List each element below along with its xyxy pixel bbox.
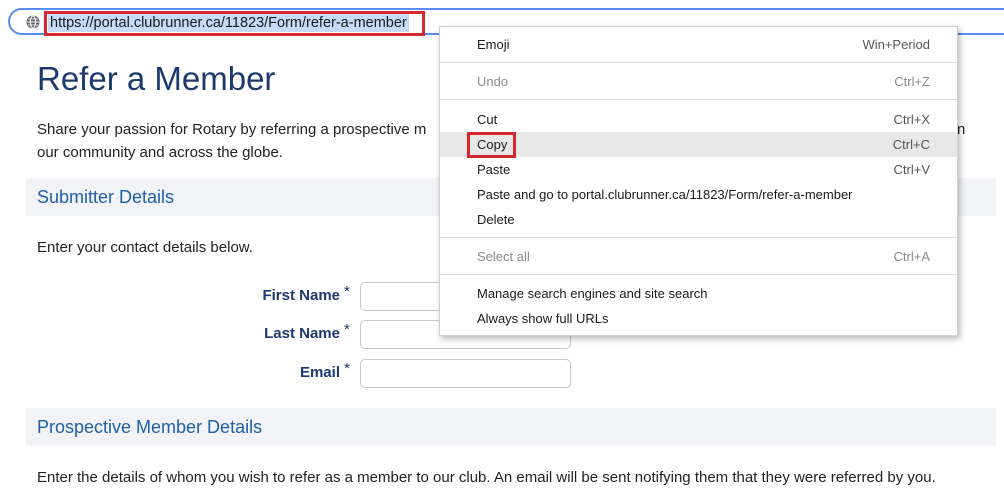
menu-item-shortcut: Ctrl+C — [892, 137, 930, 152]
menu-item-delete[interactable]: Delete — [440, 207, 957, 232]
menu-item-label: Manage search engines and site search — [477, 286, 708, 301]
email-field[interactable] — [360, 359, 571, 388]
menu-item-label: Always show full URLs — [477, 311, 609, 326]
first-name-label: First Name — [262, 287, 340, 304]
menu-item-shortcut: Win+Period — [862, 37, 930, 52]
section-title: Submitter Details — [37, 187, 175, 207]
menu-separator — [440, 274, 957, 275]
intro-line-1-tail: n — [957, 121, 966, 138]
section-title: Prospective Member Details — [37, 417, 263, 437]
menu-item-paste[interactable]: Paste Ctrl+V — [440, 157, 957, 182]
menu-item-paste-and-go[interactable]: Paste and go to portal.clubrunner.ca/118… — [440, 182, 957, 207]
menu-item-select-all[interactable]: Select all Ctrl+A — [440, 244, 957, 269]
menu-item-label: Paste and go to portal.clubrunner.ca/118… — [477, 187, 853, 202]
menu-item-emoji[interactable]: Emoji Win+Period — [440, 32, 957, 57]
menu-item-shortcut: Ctrl+Z — [894, 74, 930, 89]
menu-separator — [440, 62, 957, 63]
page-title: Refer a Member — [37, 60, 276, 97]
menu-item-label: Emoji — [477, 37, 510, 52]
url-highlight-box — [44, 11, 425, 36]
copy-highlight-box — [467, 132, 516, 158]
email-label: Email — [299, 364, 340, 381]
menu-item-label: Cut — [477, 112, 498, 127]
menu-item-label: Paste — [477, 162, 511, 177]
required-asterisk: * — [344, 360, 350, 377]
context-menu: Emoji Win+Period Undo Ctrl+Z Cut Ctrl+X … — [439, 26, 958, 336]
menu-item-label: Undo — [477, 74, 509, 89]
menu-item-cut[interactable]: Cut Ctrl+X — [440, 107, 957, 132]
menu-item-manage-search-engines[interactable]: Manage search engines and site search — [440, 281, 957, 306]
menu-item-shortcut: Ctrl+X — [893, 112, 930, 127]
menu-item-shortcut: Ctrl+V — [893, 162, 930, 177]
menu-separator — [440, 237, 957, 238]
last-name-label: Last Name — [264, 325, 340, 342]
globe-icon[interactable] — [26, 15, 40, 29]
required-asterisk: * — [344, 321, 350, 338]
submitter-description: Enter your contact details below. — [37, 239, 253, 256]
prospective-description: Enter the details of whom you wish to re… — [37, 469, 936, 486]
required-asterisk: * — [344, 283, 350, 300]
menu-item-undo[interactable]: Undo Ctrl+Z — [440, 69, 957, 94]
prospective-section-header: Prospective Member Details — [26, 408, 996, 446]
menu-separator — [440, 99, 957, 100]
menu-item-label: Select all — [477, 249, 530, 264]
menu-item-copy[interactable]: Copy Ctrl+C — [440, 132, 957, 157]
menu-item-always-show-full-urls[interactable]: Always show full URLs — [440, 306, 957, 331]
menu-item-label: Delete — [477, 212, 515, 227]
menu-item-shortcut: Ctrl+A — [893, 249, 930, 264]
